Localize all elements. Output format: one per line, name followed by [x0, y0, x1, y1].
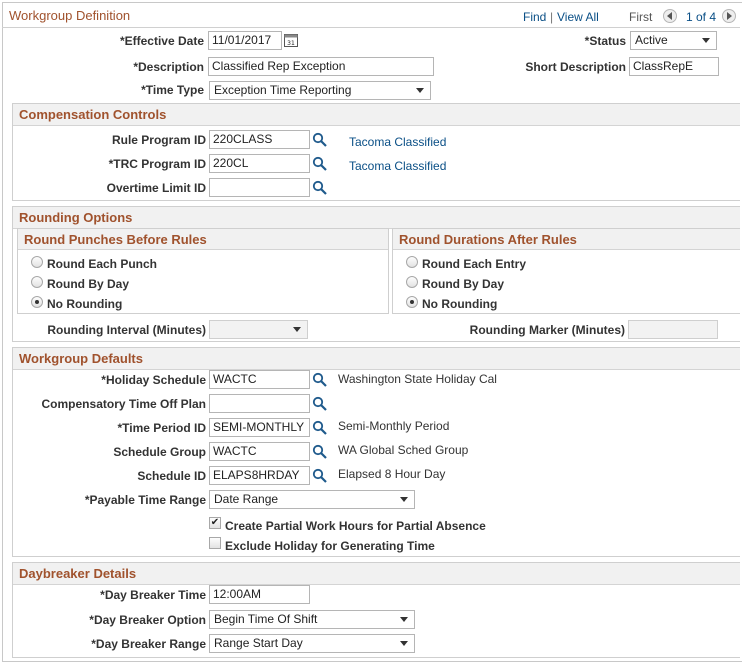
magnifier-icon[interactable] [312, 372, 328, 388]
day-breaker-range-label: *Day Breaker Range [91, 637, 206, 651]
time-period-description: Semi-Monthly Period [338, 419, 450, 433]
comp-time-plan-input[interactable] [209, 394, 310, 413]
trc-program-label: *TRC Program ID [108, 157, 206, 171]
duration-round-by-day-label: Round By Day [422, 277, 505, 291]
no-rounding-label: No Rounding [47, 297, 123, 311]
day-breaker-option-select[interactable]: Begin Time Of Shift [209, 610, 415, 629]
find-link[interactable]: Find [523, 10, 546, 24]
short-description-label: Short Description [525, 60, 626, 74]
day-breaker-range-value: Range Start Day [214, 636, 303, 650]
schedule-group-input[interactable]: WACTC [209, 442, 310, 461]
svg-text:31: 31 [287, 40, 295, 47]
nav-separator: | [550, 10, 554, 24]
round-each-entry-label: Round Each Entry [422, 257, 527, 271]
day-breaker-time-label: *Day Breaker Time [100, 588, 206, 602]
view-all-link[interactable]: View All [557, 10, 599, 24]
magnifier-icon[interactable] [312, 468, 328, 484]
magnifier-icon[interactable] [312, 444, 328, 460]
duration-no-rounding-radio[interactable] [406, 296, 418, 308]
status-value: Active [635, 33, 668, 47]
rounding-interval-label: Rounding Interval (Minutes) [47, 323, 206, 337]
round-each-punch-radio[interactable] [31, 256, 43, 268]
calendar-icon[interactable]: 31 [284, 33, 298, 47]
payable-time-range-select[interactable]: Date Range [209, 490, 415, 509]
effective-date-input[interactable]: 11/01/2017 [208, 31, 282, 50]
magnifier-icon[interactable] [312, 156, 328, 172]
round-punches-title: Round Punches Before Rules [18, 229, 388, 250]
time-type-select[interactable]: Exception Time Reporting [209, 81, 431, 100]
status-label: *Status [584, 34, 626, 48]
effective-date-label: *Effective Date [119, 34, 204, 48]
rounding-marker-input[interactable] [628, 320, 718, 339]
chevron-down-icon [400, 617, 408, 622]
magnifier-icon[interactable] [312, 132, 328, 148]
payable-time-range-label: *Payable Time Range [84, 493, 206, 507]
schedule-group-description: WA Global Sched Group [338, 443, 469, 457]
row-counter: 1 of 4 [686, 10, 717, 24]
round-durations-title: Round Durations After Rules [393, 229, 740, 250]
description-input[interactable]: Classified Rep Exception [208, 57, 434, 76]
round-each-entry-radio[interactable] [406, 256, 418, 268]
payable-time-range-value: Date Range [214, 492, 279, 506]
workgroup-defaults-title: Workgroup Defaults [13, 348, 740, 370]
status-select[interactable]: Active [630, 31, 717, 50]
day-breaker-range-select[interactable]: Range Start Day [209, 634, 415, 653]
time-period-input[interactable]: SEMI-MONTHLY [209, 418, 310, 437]
rounding-interval-select[interactable] [209, 320, 308, 339]
chevron-down-icon [293, 327, 301, 332]
magnifier-icon[interactable] [312, 396, 328, 412]
holiday-schedule-description: Washington State Holiday Cal [338, 372, 497, 386]
duration-round-by-day-radio[interactable] [406, 276, 418, 288]
round-by-day-label: Round By Day [47, 277, 130, 291]
partial-work-hours-label: Create Partial Work Hours for Partial Ab… [225, 519, 486, 533]
rounding-options-title: Rounding Options [13, 207, 740, 229]
day-breaker-option-value: Begin Time Of Shift [214, 612, 318, 626]
rule-program-input[interactable]: 220CLASS [209, 130, 310, 149]
chevron-down-icon [400, 497, 408, 502]
triangle-right-icon [727, 12, 732, 20]
day-breaker-time-input[interactable]: 12:00AM [209, 585, 310, 604]
round-each-punch-label: Round Each Punch [47, 257, 158, 271]
description-label: *Description [133, 60, 204, 74]
partial-work-hours-checkbox[interactable]: ✔ [209, 517, 221, 529]
overtime-limit-input[interactable] [209, 178, 310, 197]
triangle-left-icon [667, 12, 672, 20]
rule-program-label: Rule Program ID [111, 133, 206, 147]
chevron-down-icon [702, 38, 710, 43]
comp-time-plan-label: Compensatory Time Off Plan [41, 397, 206, 411]
schedule-id-label: Schedule ID [137, 469, 206, 483]
round-by-day-radio[interactable] [31, 276, 43, 288]
time-type-value: Exception Time Reporting [214, 83, 352, 97]
schedule-id-input[interactable]: ELAPS8HRDAY [209, 466, 310, 485]
exclude-holiday-label: Exclude Holiday for Generating Time [225, 539, 435, 553]
exclude-holiday-checkbox[interactable] [209, 537, 221, 549]
rule-program-description[interactable]: Tacoma Classified [349, 135, 446, 149]
compensation-controls-title: Compensation Controls [13, 104, 740, 126]
daybreaker-details-title: Daybreaker Details [13, 563, 740, 585]
magnifier-icon[interactable] [312, 420, 328, 436]
overtime-limit-label: Overtime Limit ID [106, 181, 206, 195]
title-divider [2, 27, 740, 28]
trc-program-description[interactable]: Tacoma Classified [349, 159, 446, 173]
schedule-id-description: Elapsed 8 Hour Day [338, 467, 446, 481]
chevron-down-icon [416, 88, 424, 93]
rounding-marker-label: Rounding Marker (Minutes) [469, 323, 625, 337]
magnifier-icon[interactable] [312, 180, 328, 196]
holiday-schedule-label: *Holiday Schedule [101, 373, 206, 387]
holiday-schedule-input[interactable]: WACTC [209, 370, 310, 389]
time-period-label: *Time Period ID [117, 421, 206, 435]
first-label: First [629, 10, 653, 24]
no-rounding-radio[interactable] [31, 296, 43, 308]
chevron-down-icon [400, 641, 408, 646]
page-title: Workgroup Definition [9, 8, 131, 23]
schedule-group-label: Schedule Group [113, 445, 206, 459]
trc-program-input[interactable]: 220CL [209, 154, 310, 173]
duration-no-rounding-label: No Rounding [422, 297, 498, 311]
next-button[interactable] [722, 9, 736, 23]
day-breaker-option-label: *Day Breaker Option [89, 613, 206, 627]
short-description-input[interactable]: ClassRepE [629, 57, 719, 76]
time-type-label: *Time Type [141, 83, 204, 97]
previous-button[interactable] [663, 9, 677, 23]
